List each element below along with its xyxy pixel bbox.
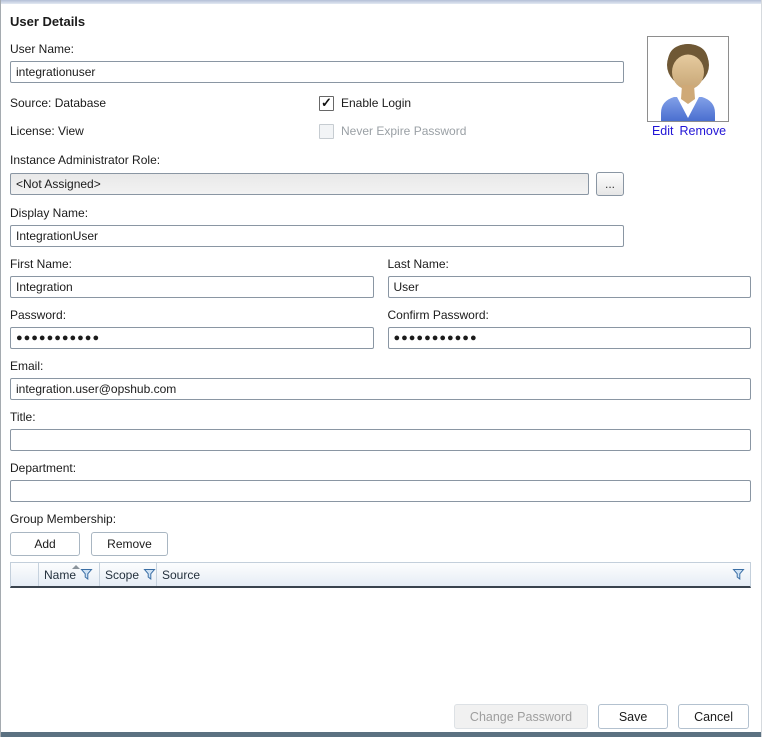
page-title: User Details: [10, 14, 750, 29]
save-button[interactable]: Save: [598, 704, 668, 729]
grid-header-row: Name Scope Source: [10, 562, 751, 588]
browse-role-button[interactable]: ...: [596, 172, 624, 196]
enable-login-checkbox[interactable]: ✓: [319, 96, 334, 111]
enable-login-checkbox-group[interactable]: ✓ Enable Login: [319, 96, 411, 111]
footer-buttons: Change Password Save Cancel: [454, 704, 749, 729]
license-value: View: [58, 124, 84, 138]
email-label: Email:: [10, 359, 750, 374]
edit-avatar-link[interactable]: Edit: [652, 124, 674, 138]
filter-icon[interactable]: [80, 568, 93, 581]
column-scope-label: Scope: [105, 568, 139, 582]
group-membership-grid: Name Scope Source: [10, 562, 751, 658]
user-name-label: User Name:: [10, 42, 750, 57]
email-field[interactable]: [10, 378, 751, 400]
never-expire-checkbox: [319, 124, 334, 139]
sort-ascending-icon: [72, 565, 80, 569]
group-membership-label: Group Membership:: [10, 512, 750, 527]
title-label: Title:: [10, 410, 750, 425]
title-input[interactable]: [10, 429, 751, 451]
title-row: Title:: [10, 410, 750, 451]
password-label: Password:: [10, 308, 374, 323]
never-expire-label: Never Expire Password: [341, 124, 466, 138]
last-name-input[interactable]: [388, 276, 752, 298]
filter-icon[interactable]: [143, 568, 156, 581]
panel-bottom-band: [1, 732, 761, 737]
group-membership-toolbar: Add Remove: [10, 532, 750, 556]
remove-avatar-link[interactable]: Remove: [680, 124, 727, 138]
display-name-input[interactable]: [10, 225, 624, 247]
source-value: Database: [55, 96, 106, 110]
column-source-label: Source: [162, 568, 200, 582]
confirm-password-label: Confirm Password:: [388, 308, 752, 323]
user-name-row: User Name:: [10, 42, 750, 83]
column-name-label: Name: [44, 568, 76, 582]
cancel-button[interactable]: Cancel: [678, 704, 749, 729]
last-name-label: Last Name:: [388, 257, 752, 272]
enable-login-label: Enable Login: [341, 96, 411, 110]
never-expire-checkbox-group: Never Expire Password: [319, 124, 466, 139]
user-name-input[interactable]: [10, 61, 624, 83]
name-row: First Name: Last Name:: [10, 257, 751, 298]
checkmark-icon: ✓: [321, 98, 332, 108]
first-name-group: First Name:: [10, 257, 374, 298]
display-name-row: Display Name:: [10, 206, 750, 247]
filter-icon[interactable]: [732, 568, 745, 581]
confirm-password-group: Confirm Password:: [388, 308, 752, 349]
grid-selector-column-header: [11, 563, 39, 586]
department-input[interactable]: [10, 480, 751, 502]
person-avatar-icon: [651, 41, 725, 121]
display-name-label: Display Name:: [10, 206, 750, 221]
instance-admin-role-input: [10, 173, 589, 195]
avatar: [647, 36, 729, 122]
avatar-links: Edit Remove: [647, 124, 731, 138]
license-label: License:: [10, 124, 55, 138]
license-text: License: View: [10, 124, 319, 138]
avatar-section: Edit Remove: [647, 36, 731, 138]
confirm-password-input[interactable]: [388, 327, 752, 349]
grid-body-empty: [10, 588, 751, 658]
last-name-group: Last Name:: [388, 257, 752, 298]
change-password-button: Change Password: [454, 704, 588, 729]
source-row: Source: Database ✓ Enable Login: [10, 95, 750, 111]
first-name-input[interactable]: [10, 276, 374, 298]
source-text: Source: Database: [10, 96, 319, 110]
first-name-label: First Name:: [10, 257, 374, 272]
source-label: Source:: [10, 96, 51, 110]
grid-column-header-name[interactable]: Name: [39, 563, 100, 586]
user-details-panel: User Details User Name: Source: Database…: [0, 0, 762, 737]
department-row: Department:: [10, 461, 750, 502]
password-input[interactable]: [10, 327, 374, 349]
instance-admin-role-label: Instance Administrator Role:: [10, 153, 750, 168]
password-group: Password:: [10, 308, 374, 349]
instance-admin-role-row: Instance Administrator Role: ...: [10, 153, 750, 196]
password-row: Password: Confirm Password:: [10, 308, 751, 349]
remove-group-button[interactable]: Remove: [91, 532, 168, 556]
license-row: License: View Never Expire Password: [10, 123, 750, 139]
department-label: Department:: [10, 461, 750, 476]
add-group-button[interactable]: Add: [10, 532, 80, 556]
grid-column-header-scope[interactable]: Scope: [100, 563, 157, 586]
email-row: Email:: [10, 359, 750, 400]
grid-column-header-source[interactable]: Source: [157, 563, 750, 586]
